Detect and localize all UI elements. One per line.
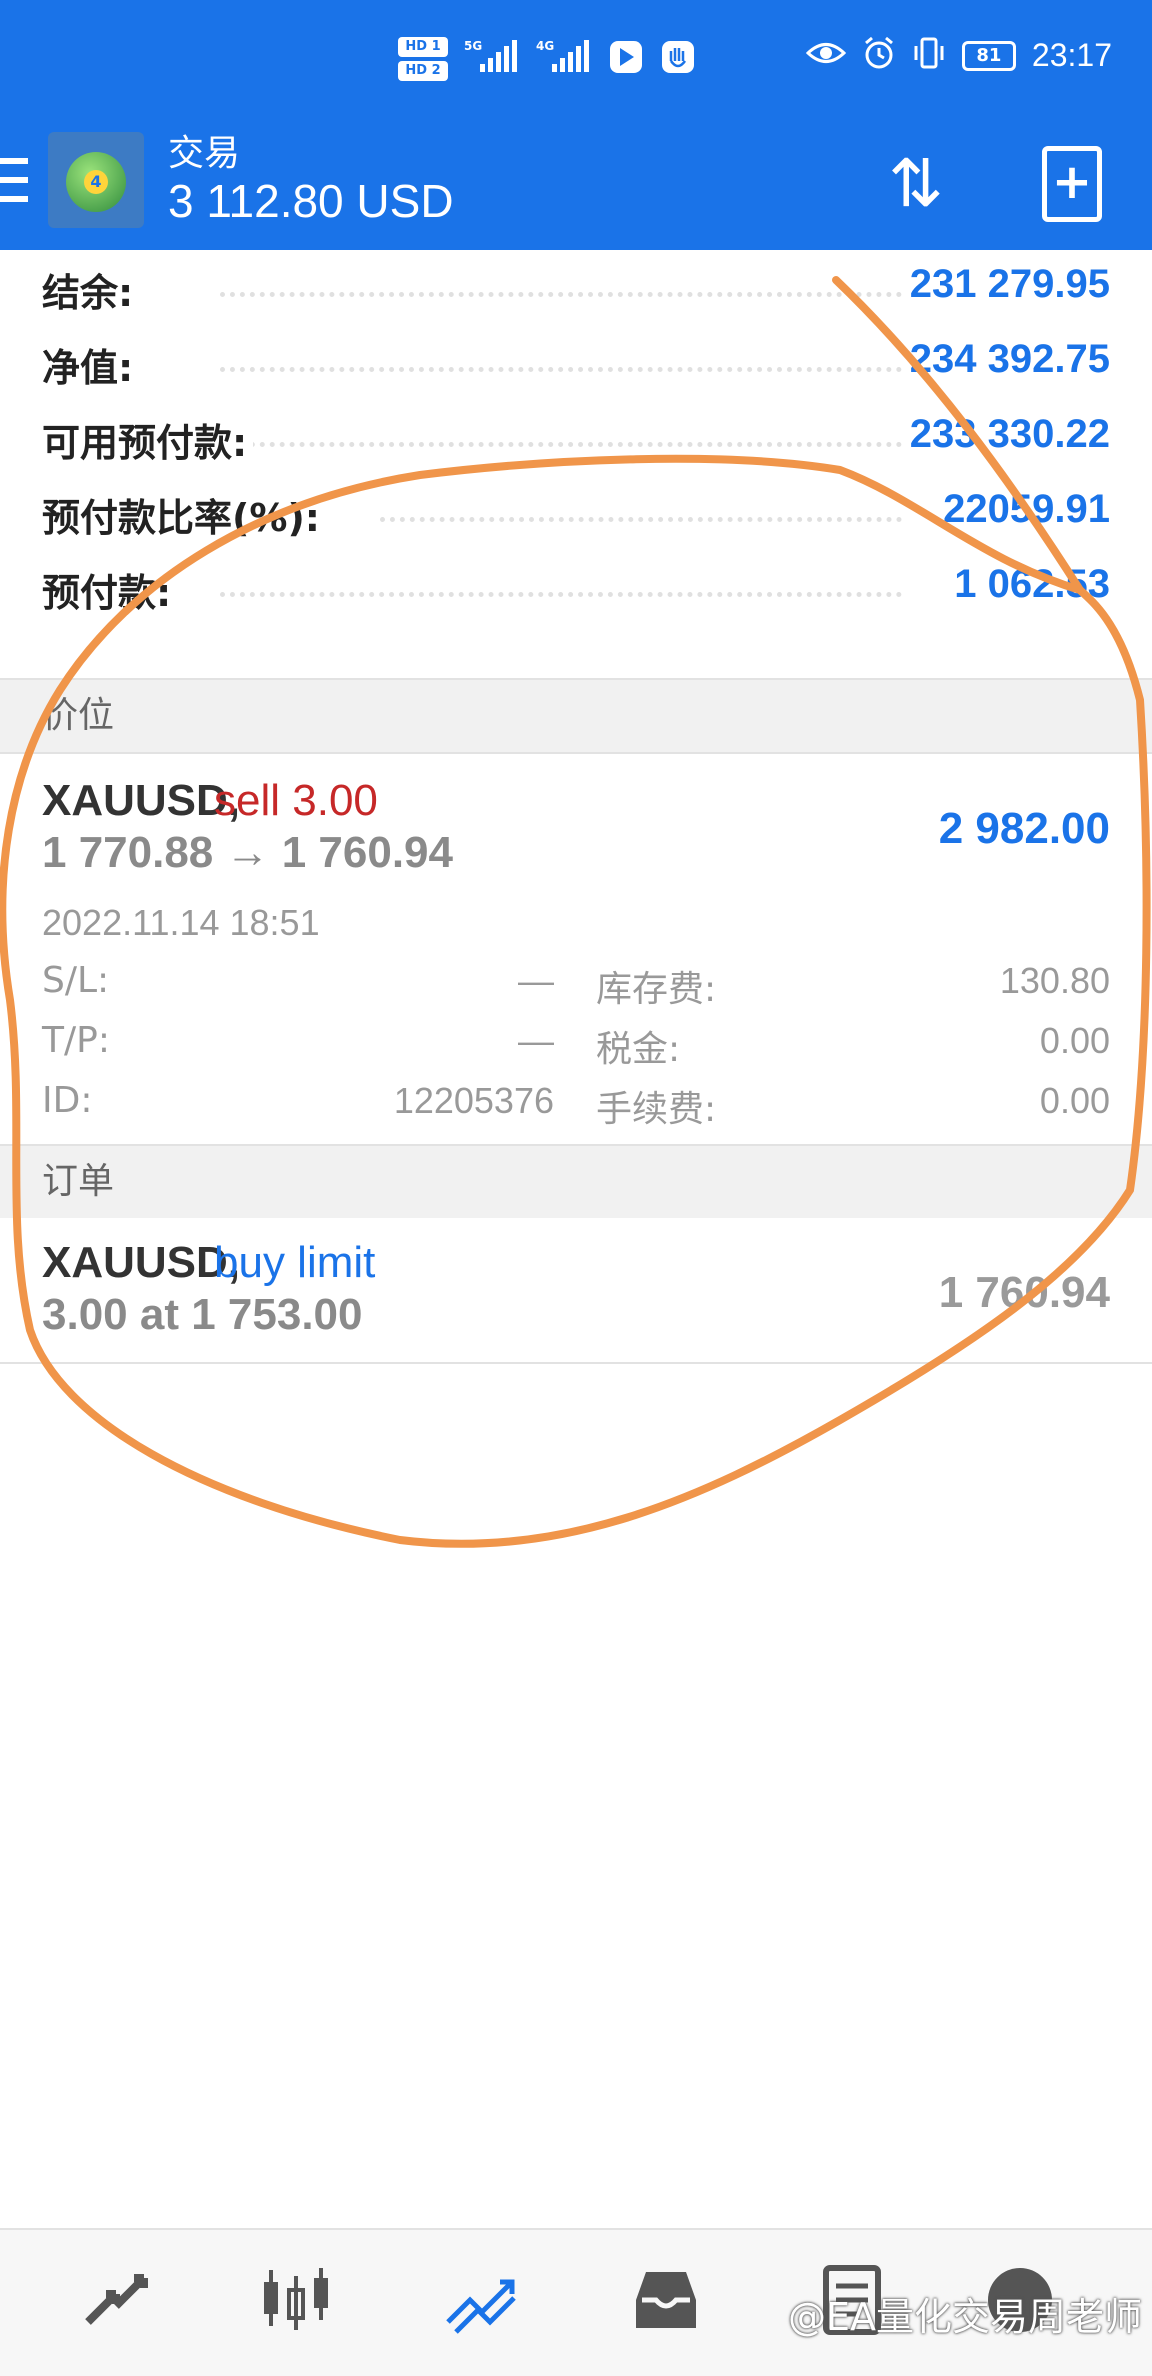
net2-label: 4G [536,39,554,53]
summary-row-equity: 净值: 234 392.75 [0,325,1152,400]
menu-icon[interactable] [0,158,28,202]
eye-icon [805,38,847,73]
sl-value: — [518,960,554,1001]
order-symbol: XAUUSD, [42,1238,241,1287]
signal-5g-icon: 5G [464,36,520,82]
summary-row-margin: 预付款: 1 062.53 [0,550,1152,625]
top-bar: HD 1 HD 2 5G 4G 81 23:17 4 交易 3 112.80 U… [0,0,1152,250]
alarm-icon [862,36,896,75]
sort-icon[interactable]: ⇅ [876,144,956,224]
sl-label: S/L: [42,960,110,1001]
orders-header: 订单 [0,1144,1152,1220]
summary-label: 可用预付款: [42,412,254,467]
tp-value: — [518,1020,554,1061]
status-left: HD 1 HD 2 5G 4G [398,36,696,82]
position-symbol: XAUUSD, [42,776,241,825]
mt4-logo: 4 [48,132,144,228]
order-current-price: 1 760.94 [938,1268,1110,1317]
positions-header: 价位 [0,678,1152,754]
id-value: 12205376 [393,1080,554,1121]
position-side: sell 3.00 [214,776,378,825]
net1-label: 5G [464,39,482,53]
summary-value: 231 279.95 [903,262,1110,307]
app-notification-icon [608,39,644,79]
bottom-navigation: @EA量化交易周老师 [0,2228,1152,2376]
account-summary: 结余: 231 279.95 净值: 234 392.75 可用预付款: 233… [0,250,1152,678]
hd2-badge: HD 2 [398,61,448,81]
hd1-badge: HD 1 [398,37,448,57]
account-profit: 3 112.80 USD [168,175,454,227]
app-bar: 4 交易 3 112.80 USD ⇅ + [0,120,1152,250]
signal-4g-icon: 4G [536,36,592,82]
chart-candles-icon[interactable] [256,2260,336,2340]
logo-number: 4 [84,170,108,194]
id-label: ID: [42,1080,93,1121]
battery-indicator: 81 [961,40,1016,71]
swap-label: 库存费: [596,969,717,1010]
summary-row-margin-level: 预付款比率(%): 22059.91 [0,475,1152,550]
tax-value: 0.00 [1039,1020,1110,1061]
new-order-icon[interactable]: + [1042,146,1102,222]
hd-indicator: HD 1 HD 2 [398,37,448,81]
summary-value: 233 330.22 [903,412,1110,457]
summary-label: 净值: [42,337,140,392]
position-item[interactable]: XAUUSD, sell 3.00 1 770.88 → 1 760.94 2 … [0,754,1152,1146]
order-type: buy limit [214,1238,376,1287]
history-inbox-icon[interactable] [626,2260,706,2340]
commission-value: 0.00 [1039,1080,1110,1121]
summary-value: 1 062.53 [948,562,1110,607]
order-item[interactable]: XAUUSD, buy limit 3.00 at 1 753.00 1 760… [0,1218,1152,1364]
summary-label: 预付款比率(%): [42,487,327,542]
status-right: 81 23:17 [805,36,1112,75]
tp-label: T/P: [42,1020,110,1061]
summary-value: 234 392.75 [903,337,1110,382]
tax-label: 税金: [596,1029,681,1070]
summary-row-free-margin: 可用预付款: 233 330.22 [0,400,1152,475]
clock: 23:17 [1031,37,1112,73]
order-volume-price: 3.00 at 1 753.00 [42,1290,363,1339]
position-open-time: 2022.11.14 18:51 [42,902,320,943]
swap-value: 130.80 [999,960,1110,1001]
quotes-arrows-icon[interactable] [76,2260,156,2340]
status-bar: HD 1 HD 2 5G 4G 81 23:17 [0,30,1152,100]
summary-row-balance: 结余: 231 279.95 [0,250,1152,325]
commission-label: 手续费: [596,1089,717,1130]
vibrate-icon [912,36,946,75]
position-prices: 1 770.88 → 1 760.94 [42,828,453,877]
page-title: 交易 [168,133,241,174]
summary-label: 结余: [42,262,140,317]
hand-notification-icon [660,39,696,79]
trade-chart-icon[interactable] [440,2260,520,2340]
summary-value: 22059.91 [937,487,1110,532]
position-profit: 2 982.00 [938,804,1110,853]
watermark: @EA量化交易周老师 [787,2295,1142,2339]
summary-label: 预付款: [42,562,178,617]
